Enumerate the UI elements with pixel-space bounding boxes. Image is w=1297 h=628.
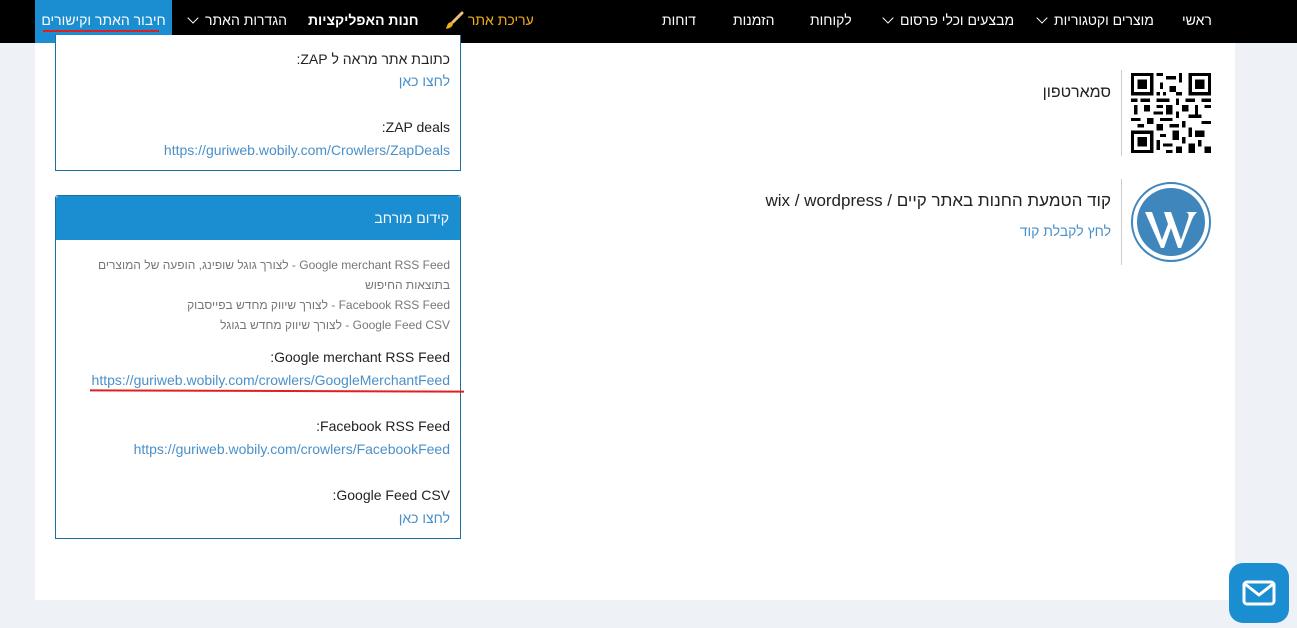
desc-line: Google Feed CSV - לצורך שיווק מחדש בגוגל [220,318,450,332]
nav-promos-label: מבצעים וכלי פרסום [900,12,1015,28]
desc-line: Facebook RSS Feed - לצורך שיווק מחדש בפי… [187,298,450,312]
facebook-feed-label: Facebook RSS Feed: [316,418,450,434]
nav-customers[interactable]: לקוחות [810,0,852,43]
nav-site-settings-label: הגדרות האתר [205,12,288,28]
desc-line: בתוצאות החיפוש [365,278,450,292]
qr-code-icon [1131,73,1211,153]
divider [1121,70,1122,156]
extended-promotion-header: קידום מורחב [56,196,460,240]
envelope-icon [1242,580,1276,606]
nav-orders[interactable]: הזמנות [733,0,775,43]
embed-code-title: קוד הטמעת החנות באתר קיים / wix / wordpr… [765,191,1111,210]
chevron-down-icon [882,12,894,24]
zap-box: כתובת אתר מראה ל ZAP: לחצו כאן ZAP deals… [55,35,461,171]
google-csv-link[interactable]: לחצו כאן [399,510,450,526]
nav-promos[interactable]: מבצעים וכלי פרסום [882,0,1015,43]
chevron-down-icon [1036,12,1048,24]
zap-deals-label: ZAP deals: [381,119,450,135]
nav-edit-site-label: עריכת אתר [467,12,534,28]
zap-address-link[interactable]: לחצו כאן [399,73,450,89]
nav-products-label: מוצרים וקטגוריות [1054,12,1154,28]
nav-site-connect-label: חיבור האתר וקישורים [41,12,166,28]
active-underline [43,30,159,32]
facebook-feed-link[interactable]: https://guriweb.wobily.com/crowlers/Face… [134,441,450,457]
contact-button[interactable] [1229,563,1289,623]
zap-deals-link[interactable]: https://guriweb.wobily.com/Crowlers/ZapD… [164,142,450,158]
divider [1121,179,1122,265]
smartphone-label: סמארטפון [1042,84,1111,101]
nav-home[interactable]: ראשי [1182,0,1212,43]
google-merchant-link[interactable]: https://guriweb.wobily.com/crowlers/Goog… [92,372,450,388]
google-merchant-label: Google merchant RSS Feed: [270,349,450,365]
chevron-down-icon [187,12,199,24]
google-csv-label: Google Feed CSV: [332,487,450,503]
desc-line: Google merchant RSS Feed - לצורך גוגל שו… [97,258,450,272]
get-code-link[interactable]: לחץ לקבלת קוד [1020,223,1111,239]
wordpress-icon [1131,182,1211,262]
paintbrush-icon [446,11,464,30]
nav-products[interactable]: מוצרים וקטגוריות [1036,0,1154,43]
nav-reports[interactable]: דוחות [662,0,696,43]
extended-promotion-box: קידום מורחב Google merchant RSS Feed - ל… [55,195,461,539]
zap-address-label: כתובת אתר מראה ל ZAP: [296,51,450,67]
